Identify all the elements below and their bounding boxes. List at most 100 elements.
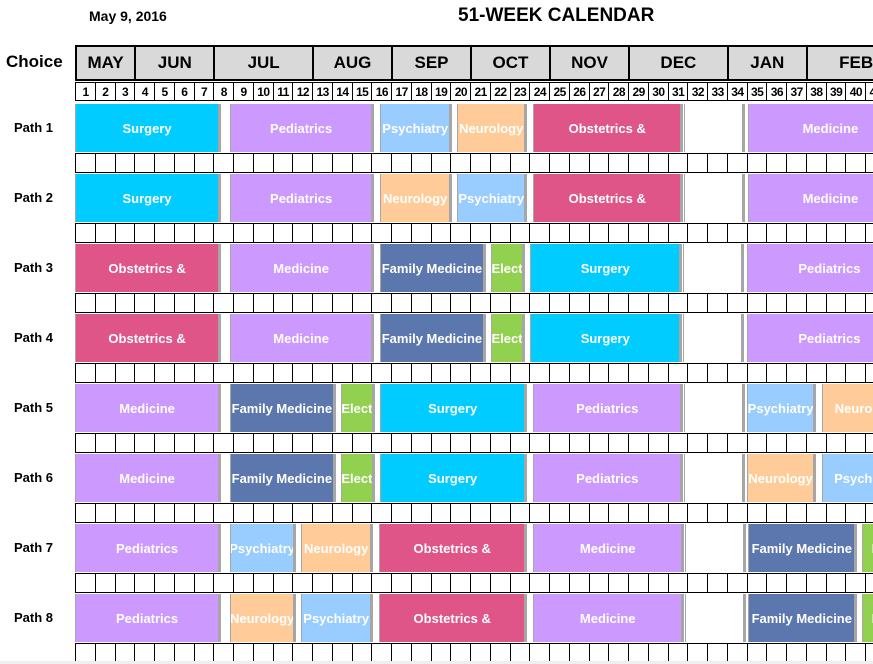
week-checkbox-cell[interactable]: [865, 363, 873, 383]
week-checkbox-cell[interactable]: [549, 573, 571, 593]
week-checkbox-cell[interactable]: [134, 153, 156, 173]
week-checkbox-cell[interactable]: [667, 363, 689, 383]
week-checkbox-cell[interactable]: [331, 363, 353, 383]
rotation-block-neurology[interactable]: Neurology: [457, 104, 528, 152]
week-checkbox-cell[interactable]: [470, 573, 492, 593]
week-checkbox-cell[interactable]: [154, 293, 176, 313]
week-checkbox-cell[interactable]: [608, 153, 630, 173]
week-checkbox-cell[interactable]: [470, 363, 492, 383]
rotation-block-psychiatry[interactable]: Psychiatry: [230, 524, 297, 572]
week-checkbox-cell[interactable]: [430, 503, 452, 523]
week-checkbox-cell[interactable]: [94, 433, 116, 453]
week-checkbox-cell[interactable]: [213, 223, 235, 243]
week-checkbox-cell[interactable]: [450, 503, 472, 523]
week-checkbox-cell[interactable]: [292, 643, 314, 663]
rotation-block-medicine[interactable]: Medicine: [75, 384, 222, 432]
week-checkbox-cell[interactable]: [331, 223, 353, 243]
rotation-block-elect[interactable]: Elect: [862, 594, 873, 642]
week-checkbox-cell[interactable]: [726, 503, 748, 523]
week-checkbox-cell[interactable]: [568, 433, 590, 453]
week-checkbox-cell[interactable]: [351, 293, 373, 313]
week-checkbox-cell[interactable]: [608, 223, 630, 243]
week-checkbox-cell[interactable]: [667, 433, 689, 453]
week-checkbox-cell[interactable]: [865, 153, 873, 173]
week-checkbox-cell[interactable]: [391, 223, 413, 243]
week-checkbox-cell[interactable]: [114, 223, 136, 243]
week-checkbox-cell[interactable]: [509, 223, 531, 243]
week-checkbox-cell[interactable]: [292, 153, 314, 173]
rotation-block-surgery[interactable]: Surgery: [530, 244, 683, 292]
week-checkbox-cell[interactable]: [825, 503, 847, 523]
week-checkbox-cell[interactable]: [371, 363, 393, 383]
week-checkbox-cell[interactable]: [608, 503, 630, 523]
week-checkbox-cell[interactable]: [410, 153, 432, 173]
week-checkbox-cell[interactable]: [252, 433, 274, 453]
week-checkbox-cell[interactable]: [233, 153, 255, 173]
week-checkbox-cell[interactable]: [687, 433, 709, 453]
week-checkbox-cell[interactable]: [410, 293, 432, 313]
week-checkbox-cell[interactable]: [134, 643, 156, 663]
rotation-block-neurology[interactable]: Neurology: [380, 174, 453, 222]
week-checkbox-cell[interactable]: [94, 153, 116, 173]
week-checkbox-cell[interactable]: [568, 293, 590, 313]
week-checkbox-cell[interactable]: [154, 433, 176, 453]
week-checkbox-cell[interactable]: [588, 433, 610, 453]
rotation-block-elect[interactable]: Elect: [490, 314, 526, 362]
week-checkbox-cell[interactable]: [430, 643, 452, 663]
week-checkbox-cell[interactable]: [647, 643, 669, 663]
week-checkbox-cell[interactable]: [213, 433, 235, 453]
week-checkbox-cell[interactable]: [193, 433, 215, 453]
week-checkbox-cell[interactable]: [173, 503, 195, 523]
week-checkbox-cell[interactable]: [114, 573, 136, 593]
week-checkbox-cell[interactable]: [410, 573, 432, 593]
week-checkbox-cell[interactable]: [391, 153, 413, 173]
week-checkbox-cell[interactable]: [489, 573, 511, 593]
week-checkbox-cell[interactable]: [75, 293, 97, 313]
week-checkbox-cell[interactable]: [845, 433, 867, 453]
week-checkbox-cell[interactable]: [628, 363, 650, 383]
week-checkbox-cell[interactable]: [588, 153, 610, 173]
week-checkbox-cell[interactable]: [825, 573, 847, 593]
week-checkbox-cell[interactable]: [687, 643, 709, 663]
week-checkbox-cell[interactable]: [351, 223, 373, 243]
week-checkbox-cell[interactable]: [331, 293, 353, 313]
week-checkbox-cell[interactable]: [233, 503, 255, 523]
week-checkbox-cell[interactable]: [489, 363, 511, 383]
rotation-block-obstetrics[interactable]: Obstetrics &: [379, 524, 528, 572]
week-checkbox-cell[interactable]: [252, 503, 274, 523]
week-checkbox-cell[interactable]: [75, 643, 97, 663]
week-checkbox-cell[interactable]: [489, 223, 511, 243]
week-checkbox-cell[interactable]: [509, 433, 531, 453]
rotation-block-medicine[interactable]: Medicine: [75, 454, 222, 502]
week-checkbox-cell[interactable]: [529, 223, 551, 243]
rotation-block-obstetrics[interactable]: Obstetrics &: [379, 594, 528, 642]
week-checkbox-cell[interactable]: [549, 363, 571, 383]
week-checkbox-cell[interactable]: [726, 363, 748, 383]
week-checkbox-cell[interactable]: [786, 363, 808, 383]
rotation-block-obstetrics[interactable]: Obstetrics &: [533, 174, 684, 222]
week-checkbox-cell[interactable]: [568, 573, 590, 593]
week-checkbox-cell[interactable]: [193, 573, 215, 593]
week-checkbox-cell[interactable]: [292, 503, 314, 523]
rotation-block-pediatrics[interactable]: Pediatrics: [230, 174, 375, 222]
week-checkbox-cell[interactable]: [786, 223, 808, 243]
week-checkbox-cell[interactable]: [707, 293, 729, 313]
week-checkbox-cell[interactable]: [134, 503, 156, 523]
week-checkbox-cell[interactable]: [351, 153, 373, 173]
rotation-block-pediatrics[interactable]: Pediatrics: [230, 104, 375, 152]
rotation-block-surgery[interactable]: Surgery: [530, 314, 683, 362]
rotation-block-psychiatry[interactable]: Psychiatry: [747, 384, 816, 432]
week-checkbox-cell[interactable]: [154, 643, 176, 663]
week-checkbox-cell[interactable]: [312, 433, 334, 453]
week-checkbox-cell[interactable]: [568, 503, 590, 523]
week-checkbox-cell[interactable]: [94, 503, 116, 523]
week-checkbox-cell[interactable]: [272, 223, 294, 243]
rotation-block-pediatrics[interactable]: Pediatrics: [746, 314, 873, 362]
week-checkbox-cell[interactable]: [707, 503, 729, 523]
week-checkbox-cell[interactable]: [786, 153, 808, 173]
week-checkbox-cell[interactable]: [371, 153, 393, 173]
week-checkbox-cell[interactable]: [825, 223, 847, 243]
week-checkbox-cell[interactable]: [75, 503, 97, 523]
week-checkbox-cell[interactable]: [312, 363, 334, 383]
week-checkbox-cell[interactable]: [825, 433, 847, 453]
